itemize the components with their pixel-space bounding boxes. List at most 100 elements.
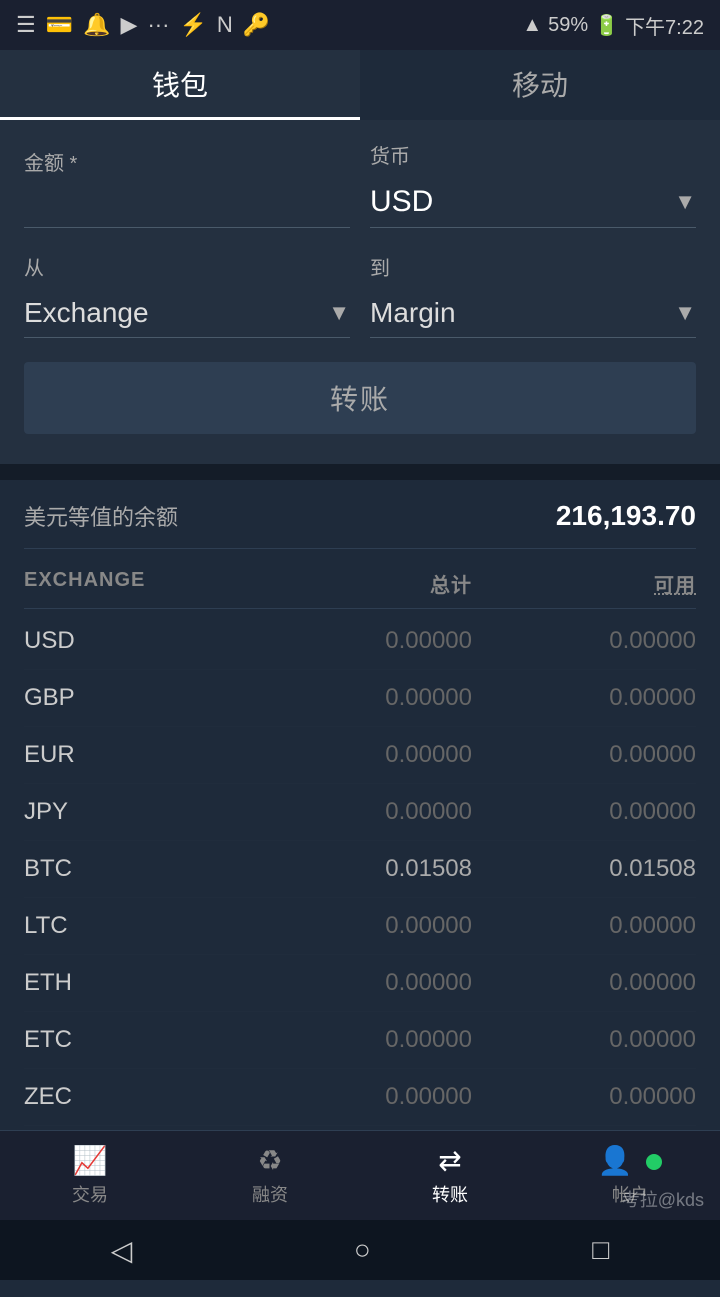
currency-EUR: EUR xyxy=(24,741,248,769)
amount-currency-row: 金额 * 货币 USD ▼ xyxy=(24,140,696,228)
transfer-button[interactable]: 转账 xyxy=(24,362,696,434)
currency-USD: USD xyxy=(24,627,248,655)
total-EUR: 0.00000 xyxy=(248,741,472,769)
available-ZEC: 0.00000 xyxy=(472,1083,696,1111)
table-row: LTC 0.00000 0.00000 xyxy=(24,898,696,955)
th-section: EXCHANGE xyxy=(24,569,248,598)
back-button[interactable]: ◁ xyxy=(111,1234,133,1267)
to-value: Margin xyxy=(370,297,456,329)
currency-field: 货币 USD ▼ xyxy=(370,140,696,228)
nav-label-finance: 融资 xyxy=(252,1181,288,1207)
nav-label-transfer: 转账 xyxy=(432,1181,468,1207)
available-GBP: 0.00000 xyxy=(472,684,696,712)
from-field: 从 Exchange ▼ xyxy=(24,252,350,338)
signal-icon: ▲ xyxy=(522,14,542,37)
to-dropdown-icon: ▼ xyxy=(674,300,696,326)
send-icon: ▶ xyxy=(121,12,138,38)
tab-wallet[interactable]: 钱包 xyxy=(0,50,360,120)
to-label: 到 xyxy=(370,252,696,281)
total-ZEC: 0.00000 xyxy=(248,1083,472,1111)
menu-icon: ☰ xyxy=(16,12,36,38)
currency-label: 货币 xyxy=(370,140,696,169)
key-icon: 🔑 xyxy=(243,12,270,38)
trade-icon: 📈 xyxy=(73,1144,108,1177)
nav-item-finance[interactable]: ♻ 融资 xyxy=(180,1144,360,1207)
bottom-nav: 📈 交易 ♻ 融资 ⇄ 转账 👤 帐户 xyxy=(0,1130,720,1220)
account-icon: 👤 xyxy=(598,1144,663,1177)
available-ETC: 0.00000 xyxy=(472,1026,696,1054)
total-LTC: 0.00000 xyxy=(248,912,472,940)
bluetooth-icon: ⚡ xyxy=(179,12,206,38)
lte-label: 59% xyxy=(548,14,588,37)
available-BTC: 0.01508 xyxy=(472,855,696,883)
currency-value: USD xyxy=(370,185,433,219)
table-row: ETC 0.00000 0.00000 xyxy=(24,1012,696,1069)
amount-field: 金额 * xyxy=(24,147,350,228)
status-bar: ☰ 💳 🔔 ▶ ··· ⚡ N 🔑 ▲ 59% 🔋 下午7:22 xyxy=(0,0,720,50)
section-divider xyxy=(0,464,720,480)
available-JPY: 0.00000 xyxy=(472,798,696,826)
total-ETH: 0.00000 xyxy=(248,969,472,997)
from-select[interactable]: Exchange ▼ xyxy=(24,289,350,338)
transfer-btn-wrap: 转账 xyxy=(24,362,696,434)
home-button[interactable]: ○ xyxy=(354,1234,371,1266)
tab-bar: 钱包 移动 xyxy=(0,50,720,120)
amount-input[interactable] xyxy=(24,184,350,228)
wallet-icon: 💳 xyxy=(46,12,73,38)
from-dropdown-icon: ▼ xyxy=(328,300,350,326)
th-total: 总计 xyxy=(248,569,472,598)
table-row: EUR 0.00000 0.00000 xyxy=(24,727,696,784)
available-EUR: 0.00000 xyxy=(472,741,696,769)
from-to-row: 从 Exchange ▼ 到 Margin ▼ xyxy=(24,252,696,338)
total-GBP: 0.00000 xyxy=(248,684,472,712)
bell-icon: 🔔 xyxy=(83,12,110,38)
time-label: 下午7:22 xyxy=(625,11,704,40)
table-row: ZEC 0.00000 0.00000 xyxy=(24,1069,696,1126)
currency-BTC: BTC xyxy=(24,855,248,883)
th-available: 可用 xyxy=(472,569,696,598)
total-USD: 0.00000 xyxy=(248,627,472,655)
from-label: 从 xyxy=(24,252,350,281)
currency-ZEC: ZEC xyxy=(24,1083,248,1111)
table-row: JPY 0.00000 0.00000 xyxy=(24,784,696,841)
table-row: USD 0.00000 0.00000 xyxy=(24,613,696,670)
nfc-icon: N xyxy=(217,12,233,38)
balance-label: 美元等值的余额 xyxy=(24,500,178,532)
more-icon: ··· xyxy=(147,12,169,38)
nav-item-transfer[interactable]: ⇄ 转账 xyxy=(360,1144,540,1207)
to-select[interactable]: Margin ▼ xyxy=(370,289,696,338)
available-USD: 0.00000 xyxy=(472,627,696,655)
table-row: GBP 0.00000 0.00000 xyxy=(24,670,696,727)
system-nav: ◁ ○ □ xyxy=(0,1220,720,1280)
currency-JPY: JPY xyxy=(24,798,248,826)
total-ETC: 0.00000 xyxy=(248,1026,472,1054)
recent-button[interactable]: □ xyxy=(592,1234,609,1266)
nav-label-trade: 交易 xyxy=(72,1181,108,1207)
currency-ETH: ETH xyxy=(24,969,248,997)
available-ETH: 0.00000 xyxy=(472,969,696,997)
status-icons-left: ☰ 💳 🔔 ▶ ··· ⚡ N 🔑 xyxy=(16,12,270,38)
currency-select[interactable]: USD ▼ xyxy=(370,177,696,228)
available-LTC: 0.00000 xyxy=(472,912,696,940)
total-BTC: 0.01508 xyxy=(248,855,472,883)
from-value: Exchange xyxy=(24,297,149,329)
to-field: 到 Margin ▼ xyxy=(370,252,696,338)
finance-icon: ♻ xyxy=(257,1144,282,1177)
watermark: 考拉@kds xyxy=(622,1186,704,1212)
transfer-form: 金额 * 货币 USD ▼ 从 Exchange ▼ 到 Margin ▼ xyxy=(0,120,720,464)
amount-label: 金额 * xyxy=(24,147,350,176)
table-row: ETH 0.00000 0.00000 xyxy=(24,955,696,1012)
tab-move[interactable]: 移动 xyxy=(360,50,720,120)
table-row: BTC 0.01508 0.01508 xyxy=(24,841,696,898)
balance-value: 216,193.70 xyxy=(556,500,696,532)
status-icons-right: ▲ 59% 🔋 下午7:22 xyxy=(522,11,704,40)
currency-dropdown-icon: ▼ xyxy=(674,189,696,215)
total-JPY: 0.00000 xyxy=(248,798,472,826)
currency-ETC: ETC xyxy=(24,1026,248,1054)
nav-item-trade[interactable]: 📈 交易 xyxy=(0,1144,180,1207)
currency-GBP: GBP xyxy=(24,684,248,712)
table-header: EXCHANGE 总计 可用 xyxy=(24,559,696,609)
currency-LTC: LTC xyxy=(24,912,248,940)
battery-icon: 🔋 xyxy=(594,13,619,38)
transfer-icon: ⇄ xyxy=(438,1144,461,1177)
